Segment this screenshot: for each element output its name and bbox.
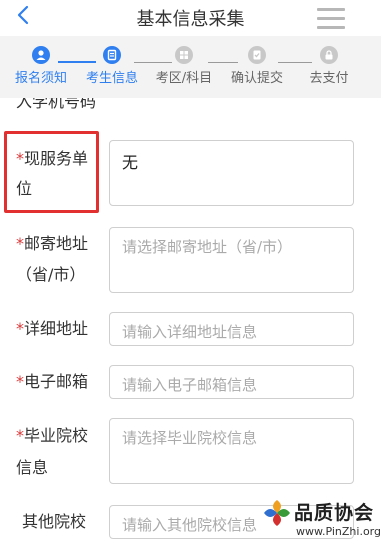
- step-progress-bar: 报名须知 考生信息 考区/科目 确认提交 去支付: [0, 36, 381, 98]
- watermark-url: www.PinZhi.org: [296, 525, 381, 538]
- step-label: 考生信息: [85, 71, 138, 86]
- field-label-graduate-school: *毕业院校: [16, 426, 89, 445]
- graduate-school-placeholder: 请选择毕业院校信息: [122, 429, 258, 447]
- grid-icon: [175, 46, 193, 64]
- field-label-graduate-school-cont: 信息: [16, 458, 49, 477]
- person-icon: [32, 46, 50, 64]
- field-label-email: *电子邮箱: [16, 372, 89, 391]
- field-label-mailing-address: *邮寄地址: [16, 234, 89, 253]
- check-document-icon: [248, 46, 266, 64]
- step-notice[interactable]: 报名须知: [1, 46, 81, 86]
- graduate-school-select[interactable]: 请选择毕业院校信息: [109, 418, 354, 484]
- highlight-box: [4, 131, 99, 213]
- step-exam-area[interactable]: 考区/科目: [144, 46, 224, 86]
- mailing-address-placeholder: 请选择邮寄地址（省/市）: [122, 238, 293, 256]
- top-bar: 基本信息采集: [0, 0, 381, 36]
- lock-icon: [320, 46, 338, 64]
- step-label: 报名须知: [14, 71, 67, 86]
- step-payment[interactable]: 去支付: [289, 46, 369, 86]
- form-content: 入学机号码 *现服务单 位 无 *邮寄地址 （省/市） 请选择邮寄地址（省/市）…: [0, 98, 381, 542]
- field-label-mailing-address-cont: （省/市）: [16, 265, 86, 284]
- email-placeholder: 请输入电子邮箱信息: [122, 376, 258, 394]
- detail-address-input[interactable]: 请输入详细地址信息: [109, 312, 354, 346]
- hamburger-menu-icon[interactable]: [317, 8, 345, 30]
- field-label-detail-address: *详细地址: [16, 319, 89, 338]
- step-label: 确认提交: [230, 71, 283, 86]
- step-confirm-submit[interactable]: 确认提交: [217, 46, 297, 86]
- watermark: 品质协会 www.PinZhi.org: [262, 496, 381, 542]
- step-label: 考区/科目: [155, 71, 213, 86]
- detail-address-placeholder: 请输入详细地址信息: [122, 323, 258, 341]
- watermark-logo-icon: [262, 498, 292, 528]
- other-school-placeholder: 请输入其他院校信息: [122, 516, 258, 534]
- mailing-address-select[interactable]: 请选择邮寄地址（省/市）: [109, 227, 354, 293]
- step-candidate-info[interactable]: 考生信息: [72, 46, 152, 86]
- watermark-text: 品质协会: [294, 502, 375, 524]
- work-unit-input[interactable]: 无: [109, 140, 354, 206]
- step-label: 去支付: [309, 71, 349, 86]
- work-unit-value: 无: [122, 153, 139, 172]
- document-icon: [103, 46, 121, 64]
- email-input[interactable]: 请输入电子邮箱信息: [109, 365, 354, 399]
- cutoff-field-label: 入学机号码: [16, 98, 97, 111]
- field-label-other-school: 其他院校: [22, 512, 87, 531]
